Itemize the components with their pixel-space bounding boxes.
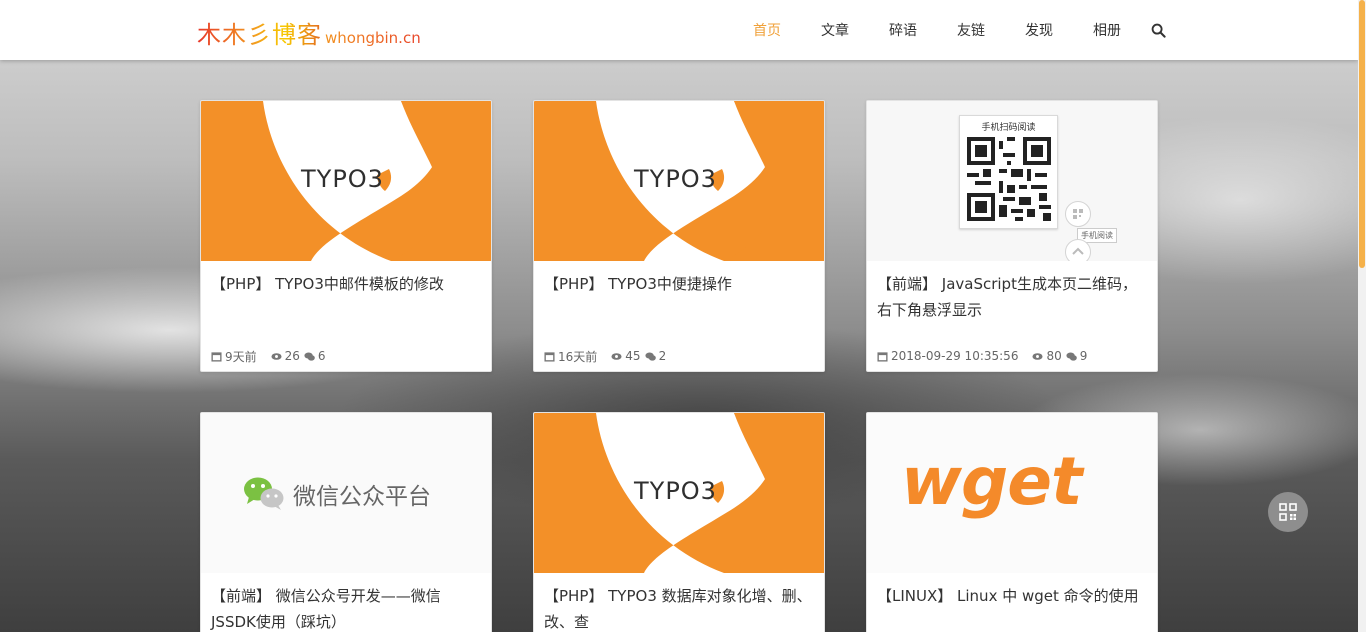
post-card[interactable]: TYPO3 【PHP】 TYPO3中邮件模板的修改 9天前 26 6 bbox=[200, 100, 492, 372]
typo3-wordmark: TYPO3 bbox=[634, 165, 717, 193]
post-meta: 9天前 26 6 bbox=[201, 341, 491, 371]
eye-icon bbox=[271, 352, 282, 360]
post-card[interactable]: 手机扫码阅读 手机阅读 【前端】 JavaScript生成本页二维码，右下角悬浮… bbox=[866, 100, 1158, 372]
logo-title: 木木彡博客 bbox=[197, 15, 322, 50]
post-card[interactable]: 微信公众平台 【前端】 微信公众号开发——微信JSSDK使用（踩坑） bbox=[200, 412, 492, 632]
qr-toggle-icon[interactable] bbox=[1065, 201, 1091, 227]
post-thumbnail-wget[interactable]: wget bbox=[867, 413, 1157, 573]
post-title[interactable]: 【前端】 微信公众号开发——微信JSSDK使用（踩坑） bbox=[201, 573, 491, 632]
post-thumbnail-typo3[interactable]: TYPO3 bbox=[534, 101, 824, 261]
eye-icon bbox=[1032, 352, 1043, 360]
qr-code-icon bbox=[967, 137, 1051, 221]
nav-item-home[interactable]: 首页 bbox=[733, 20, 801, 40]
nav-item-notes[interactable]: 碎语 bbox=[869, 20, 937, 40]
site-logo[interactable]: 木木彡博客 whongbin.cn bbox=[197, 15, 421, 50]
comments-icon bbox=[645, 351, 656, 361]
scrollbar-thumb[interactable] bbox=[1359, 0, 1365, 268]
post-comments: 9 bbox=[1079, 349, 1088, 363]
comments-icon bbox=[1066, 351, 1077, 361]
logo-domain: whongbin.cn bbox=[325, 29, 421, 47]
qr-code-panel: 手机扫码阅读 bbox=[959, 115, 1058, 229]
post-thumbnail-typo3[interactable]: TYPO3 bbox=[534, 413, 824, 573]
post-title[interactable]: 【PHP】 TYPO3中邮件模板的修改 bbox=[201, 261, 491, 341]
post-meta: 16天前 45 2 bbox=[534, 341, 824, 371]
calendar-icon bbox=[544, 351, 555, 362]
post-card[interactable]: TYPO3 【PHP】 TYPO3中便捷操作 16天前 45 2 bbox=[533, 100, 825, 372]
post-thumbnail-wechat[interactable]: 微信公众平台 bbox=[201, 413, 491, 573]
nav-item-album[interactable]: 相册 bbox=[1073, 20, 1141, 40]
post-comments: 2 bbox=[658, 349, 667, 363]
floating-qr-button[interactable] bbox=[1268, 492, 1308, 532]
main-nav: 首页 文章 碎语 友链 发现 相册 bbox=[733, 0, 1141, 60]
post-thumbnail-qr[interactable]: 手机扫码阅读 手机阅读 bbox=[867, 101, 1157, 261]
post-title[interactable]: 【PHP】 TYPO3中便捷操作 bbox=[534, 261, 824, 341]
post-card[interactable]: TYPO3 【PHP】 TYPO3 数据库对象化增、删、改、查 bbox=[533, 412, 825, 632]
site-header: 木木彡博客 whongbin.cn 首页 文章 碎语 友链 发现 相册 bbox=[0, 0, 1358, 60]
comments-icon bbox=[304, 351, 315, 361]
page-scrollbar[interactable] bbox=[1358, 0, 1366, 632]
post-views: 45 bbox=[625, 349, 641, 363]
nav-item-articles[interactable]: 文章 bbox=[801, 20, 869, 40]
wechat-wordmark: 微信公众平台 bbox=[293, 484, 431, 510]
post-views: 26 bbox=[284, 349, 300, 363]
post-date: 16天前 bbox=[558, 349, 598, 364]
eye-icon bbox=[611, 352, 622, 360]
nav-item-discover[interactable]: 发现 bbox=[1005, 20, 1073, 40]
calendar-icon bbox=[877, 351, 888, 362]
post-card[interactable]: wget 【LINUX】 Linux 中 wget 命令的使用 bbox=[866, 412, 1158, 632]
post-title[interactable]: 【前端】 JavaScript生成本页二维码，右下角悬浮显示 bbox=[867, 261, 1157, 341]
back-to-top-icon[interactable] bbox=[1065, 239, 1091, 261]
post-date: 9天前 bbox=[225, 349, 257, 364]
post-title[interactable]: 【LINUX】 Linux 中 wget 命令的使用 bbox=[867, 573, 1157, 632]
wechat-logo-icon bbox=[244, 477, 284, 510]
wget-wordmark: wget bbox=[901, 443, 1083, 520]
calendar-icon bbox=[211, 351, 222, 362]
post-date: 2018-09-29 10:35:56 bbox=[891, 349, 1019, 363]
typo3-wordmark: TYPO3 bbox=[634, 477, 717, 505]
qr-panel-label: 手机扫码阅读 bbox=[981, 123, 1036, 133]
nav-item-links[interactable]: 友链 bbox=[937, 20, 1005, 40]
post-comments: 6 bbox=[317, 349, 326, 363]
search-icon[interactable] bbox=[1151, 23, 1166, 38]
post-thumbnail-typo3[interactable]: TYPO3 bbox=[201, 101, 491, 261]
post-title[interactable]: 【PHP】 TYPO3 数据库对象化增、删、改、查 bbox=[534, 573, 824, 632]
post-meta: 2018-09-29 10:35:56 80 9 bbox=[867, 341, 1157, 371]
typo3-wordmark: TYPO3 bbox=[301, 165, 384, 193]
qr-code-icon bbox=[1279, 503, 1297, 521]
post-views: 80 bbox=[1046, 349, 1062, 363]
